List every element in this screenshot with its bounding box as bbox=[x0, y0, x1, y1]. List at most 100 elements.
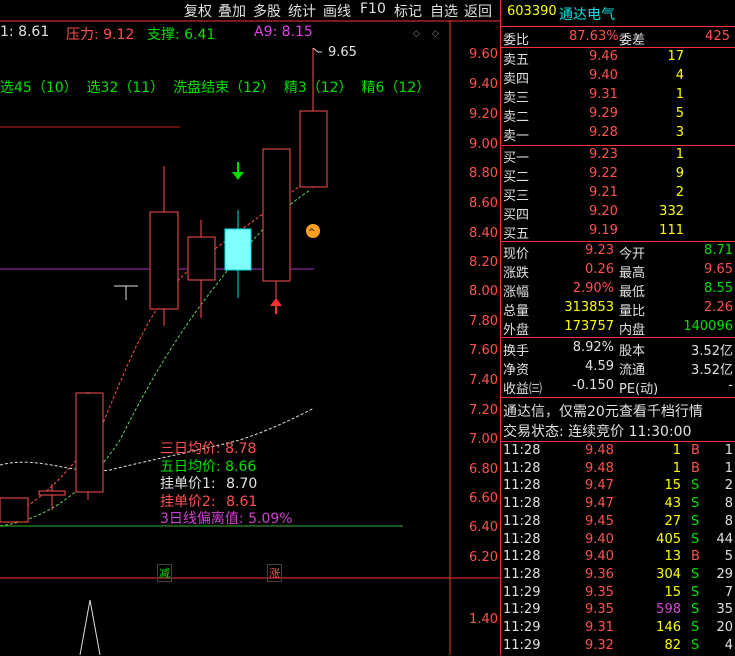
quote-label: 涨幅 bbox=[503, 285, 530, 300]
quote-value: 313853 bbox=[564, 300, 614, 315]
y-tick: 8.20 bbox=[469, 255, 498, 270]
quote-label: 最高 bbox=[619, 266, 646, 281]
tick-row: 11:29 9.31 146 S 20 bbox=[501, 620, 735, 638]
tick-side: S bbox=[691, 566, 700, 582]
quote-value: 3.52亿 bbox=[691, 363, 733, 378]
tick-price: 9.32 bbox=[585, 637, 614, 653]
y-tick: 7.60 bbox=[469, 343, 498, 358]
tick-volume: 15 bbox=[664, 584, 681, 600]
tick-row: 11:28 9.45 27 S 8 bbox=[501, 514, 735, 532]
quote-row: 现价 9.23 今开 8.71 bbox=[501, 243, 735, 262]
trade-status: 交易状态: 连续竞价 11:30:00 bbox=[503, 424, 692, 440]
quote-value: 8.55 bbox=[704, 281, 733, 296]
buy-order-row: 买二 9.22 9 bbox=[501, 166, 735, 185]
tick-volume: 43 bbox=[664, 496, 681, 512]
tick-row: 11:28 9.40 405 S 44 bbox=[501, 532, 735, 550]
quote-value: 8.92% bbox=[572, 340, 614, 355]
y-tick: 6.20 bbox=[469, 550, 498, 565]
sell-order-row: 卖三 9.31 1 bbox=[501, 87, 735, 106]
order-label: 卖二 bbox=[503, 110, 530, 125]
tick-row: 11:28 9.47 15 S 2 bbox=[501, 478, 735, 496]
tick-side: S bbox=[691, 584, 700, 600]
tick-time: 11:28 bbox=[503, 496, 541, 512]
sell-order-row: 卖五 9.46 17 bbox=[501, 49, 735, 68]
svg-text:◇: ◇ bbox=[432, 29, 439, 39]
tick-side: B bbox=[691, 460, 700, 476]
tick-volume: 27 bbox=[664, 513, 681, 529]
tick-price: 9.48 bbox=[585, 443, 614, 458]
y-tick: 6.40 bbox=[469, 520, 498, 535]
signal-3: 洗盘结束（12） bbox=[173, 80, 275, 96]
y-tick: 8.60 bbox=[469, 196, 498, 211]
quote-label: 今开 bbox=[619, 247, 646, 262]
tick-volume: 15 bbox=[664, 478, 681, 494]
quote-label: 内盘 bbox=[619, 323, 646, 338]
tick-volume: 304 bbox=[656, 566, 681, 582]
peak-label: 9.65 bbox=[328, 45, 357, 60]
tick-price: 9.47 bbox=[585, 496, 614, 512]
sub-y-tick: 1.40 bbox=[469, 612, 498, 627]
marker-reduce: 减 bbox=[157, 564, 172, 582]
tick-price: 9.31 bbox=[585, 620, 614, 635]
quote-row: 涨幅 2.90% 最低 8.55 bbox=[501, 281, 735, 300]
quote-row: 换手 8.92% 股本 3.52亿 bbox=[501, 340, 735, 359]
quote-value: 2.90% bbox=[572, 281, 614, 296]
tick-side: S bbox=[691, 602, 700, 618]
tick-price: 9.35 bbox=[585, 584, 614, 600]
svg-text:^: ^ bbox=[308, 228, 316, 238]
signal-1: 选45（10） bbox=[0, 80, 78, 96]
kline-chart[interactable]: ◇ ◇ ^ bbox=[0, 0, 500, 655]
order-price: 9.31 bbox=[589, 87, 618, 102]
tick-time: 11:28 bbox=[503, 513, 541, 529]
tick-volume: 1 bbox=[672, 460, 681, 476]
tick-row: 11:28 9.48 1 B 1 bbox=[501, 443, 735, 461]
order-volume: 3 bbox=[675, 125, 684, 140]
tick-price: 9.36 bbox=[585, 566, 614, 582]
tick-count: 8 bbox=[724, 513, 733, 529]
tick-side: S bbox=[691, 637, 700, 653]
quote-value: 9.65 bbox=[704, 262, 733, 277]
order-label: 卖五 bbox=[503, 53, 530, 68]
tick-count: 5 bbox=[724, 549, 733, 565]
quote-row: 总量 313853 量比 2.26 bbox=[501, 300, 735, 319]
sell-order-row: 卖一 9.28 3 bbox=[501, 125, 735, 144]
tick-volume: 146 bbox=[656, 620, 681, 635]
quote-label: 量比 bbox=[619, 304, 646, 319]
tick-time: 11:29 bbox=[503, 620, 541, 635]
y-tick: 7.80 bbox=[469, 314, 498, 329]
quote-value: 3.52亿 bbox=[691, 344, 733, 359]
order-price: 9.20 bbox=[589, 204, 618, 219]
quote-label: PE(动) bbox=[619, 382, 659, 397]
signal-row: 选45（10） 选32（11） 洗盘结束（12） 精3（12） 精6（12） bbox=[0, 77, 430, 97]
tick-volume: 1 bbox=[672, 443, 681, 458]
tick-side: B bbox=[691, 443, 700, 458]
trade-status-row: 交易状态: 连续竞价 11:30:00 bbox=[501, 421, 735, 440]
tick-time: 11:28 bbox=[503, 478, 541, 494]
y-tick: 7.40 bbox=[469, 373, 498, 388]
weibi-row: 委比 87.63% 委差 425 bbox=[503, 29, 730, 48]
order-price: 9.40 bbox=[589, 68, 618, 83]
order-volume: 111 bbox=[659, 223, 684, 238]
order-price: 9.46 bbox=[589, 49, 618, 64]
notice-text[interactable]: 通达信，仅需20元查看千档行情 bbox=[503, 401, 703, 421]
tick-row: 11:29 9.35 15 S 7 bbox=[501, 585, 735, 603]
quote-label: 最低 bbox=[619, 285, 646, 300]
order-price: 9.29 bbox=[589, 106, 618, 121]
tick-price: 9.40 bbox=[585, 549, 614, 565]
notice-row[interactable]: 通达信，仅需20元查看千档行情 bbox=[501, 401, 735, 421]
order-label: 卖一 bbox=[503, 129, 530, 144]
quote-label: 换手 bbox=[503, 344, 530, 359]
tick-side: S bbox=[691, 531, 700, 547]
y-tick: 8.40 bbox=[469, 226, 498, 241]
chart-index: 1: bbox=[0, 24, 14, 40]
y-tick: 7.20 bbox=[469, 403, 498, 418]
order-price: 9.28 bbox=[589, 125, 618, 140]
order-label: 买三 bbox=[503, 189, 530, 204]
tick-count: 1 bbox=[724, 460, 733, 476]
y-tick: 9.60 bbox=[469, 47, 498, 62]
quote-label: 涨跌 bbox=[503, 266, 530, 281]
order-volume: 17 bbox=[667, 49, 684, 64]
signal-4: 精3（12） bbox=[283, 80, 353, 96]
tick-count: 4 bbox=[724, 637, 733, 653]
buy-order-row: 买一 9.23 1 bbox=[501, 147, 735, 166]
